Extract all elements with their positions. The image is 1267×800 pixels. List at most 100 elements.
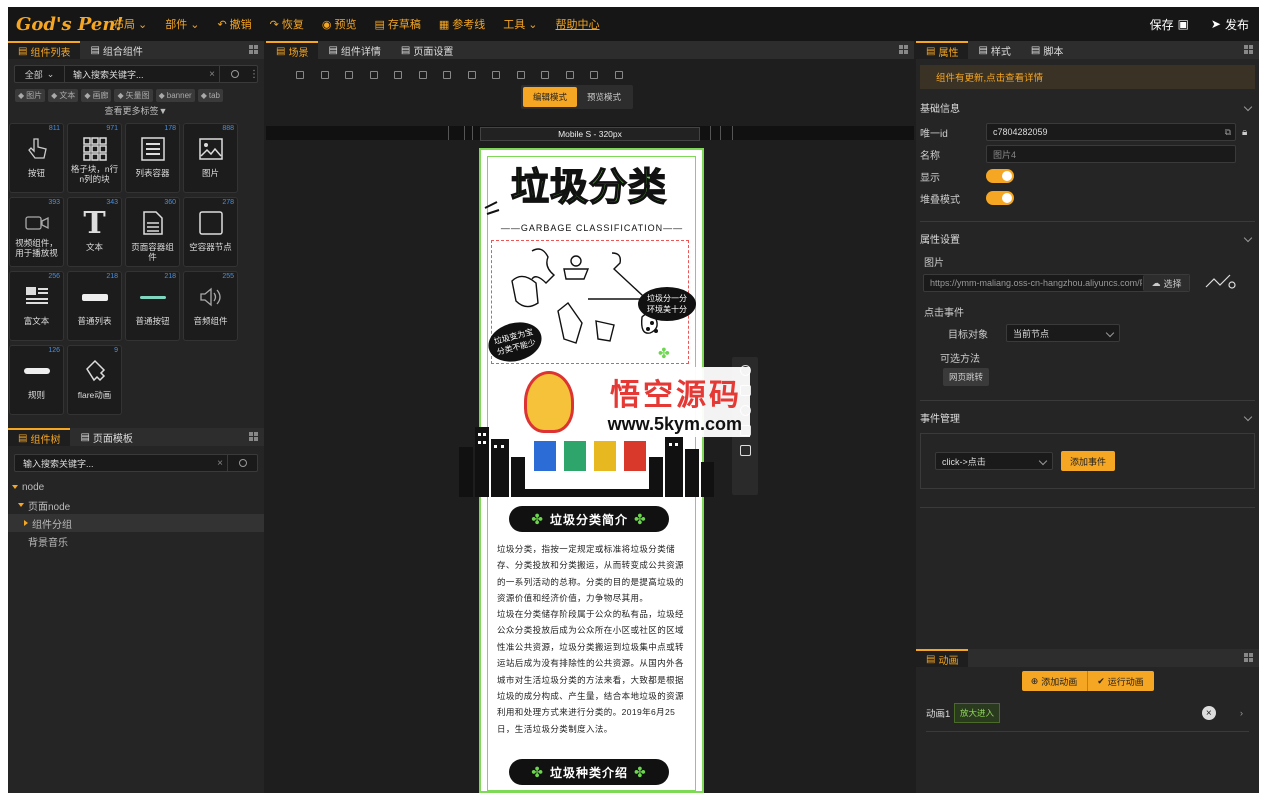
close-circle-icon[interactable]: × [1201, 706, 1216, 720]
choose-button[interactable]: ☁︎ 选择 [1143, 275, 1189, 291]
component-card[interactable]: 255 音频组件 [183, 271, 238, 341]
filter-select[interactable]: 全部 ⌄ [15, 66, 65, 82]
tab-animation[interactable]: ▤ 动画 [916, 649, 969, 667]
tree-node[interactable]: 组件分组 [8, 514, 264, 532]
stack-toggle[interactable] [986, 191, 1014, 205]
run-animation-button[interactable]: ✔ 运行动画 [1087, 671, 1154, 691]
save-button[interactable]: 保存 ▣ [1150, 16, 1189, 33]
tab-component-list[interactable]: ▤ 组件列表 [8, 41, 81, 59]
tab-component-detail[interactable]: ▤ 组件详情 [318, 41, 390, 59]
clear-icon[interactable]: × [205, 69, 219, 80]
garbage-illustration[interactable]: 垃圾分一分 环境美十分 垃圾变为宝 分类不能少 ✤ [484, 240, 696, 368]
tree-search-input[interactable]: 输入搜索关键字... [15, 457, 213, 470]
align-left-icon[interactable] [288, 69, 313, 81]
page-title[interactable]: 垃圾分类 [489, 156, 689, 211]
tab-component-tree[interactable]: ▤ 组件树 [8, 428, 71, 446]
preview-mode-button[interactable]: 预览模式 [577, 87, 631, 107]
section-types-heading[interactable]: ✤ 垃圾种类介绍 ✤ [509, 759, 669, 785]
component-card[interactable]: 278 空容器节点 [183, 197, 238, 267]
guides-button[interactable]: ▦ 参考线 [430, 16, 494, 32]
intro-paragraph-1[interactable]: 垃圾分类，指按一定规定或标准将垃圾分类储存、分类投放和分类搬运，从而转变成公共资… [497, 541, 687, 607]
panel-grid-icon[interactable] [1244, 653, 1253, 662]
more-tags-link[interactable]: 查看更多标签▼ [8, 104, 264, 117]
intro-paragraph-2[interactable]: 垃圾在分类储存阶段属于公众的私有品，垃圾经公众分类投放后成为公众所在小区或社区的… [497, 606, 687, 737]
redo-button[interactable]: ↷ 恢复 [261, 16, 313, 32]
copy-icon[interactable]: ⧉ [1225, 127, 1231, 138]
animation-row[interactable]: 动画1 放大进入 × › [926, 701, 1255, 725]
lock-icon[interactable]: 🔒︎ [1242, 127, 1247, 138]
add-event-button[interactable]: 添加事件 [1061, 451, 1115, 471]
panel-grid-icon[interactable] [899, 45, 908, 54]
tag-banner[interactable]: ◆ banner [155, 89, 195, 102]
page-subtitle[interactable]: ——GARBAGE CLASSIFICATION—— [497, 223, 687, 233]
section-intro-heading[interactable]: ✤ 垃圾分类简介 ✤ [509, 506, 669, 532]
event-manager-header[interactable]: 事件管理 [916, 407, 1259, 427]
basic-info-header[interactable]: 基础信息 [916, 97, 1259, 117]
grid-icon[interactable] [739, 445, 751, 456]
save-draft-button[interactable]: ▤ 存草稿 [365, 16, 429, 32]
align-hcenter-icon[interactable] [313, 69, 338, 81]
component-card[interactable]: 218 普通按钮 [125, 271, 180, 341]
component-card[interactable]: 343 T 文本 [67, 197, 122, 267]
edit-mode-button[interactable]: 编辑模式 [523, 87, 578, 107]
align-top-icon[interactable] [362, 69, 387, 81]
distribute-h2-icon[interactable] [558, 69, 583, 81]
tree-node[interactable]: 页面node [8, 496, 264, 514]
update-notice[interactable]: 组件有更新,点击查看详情 [920, 65, 1255, 89]
panel-grid-icon[interactable] [249, 432, 258, 441]
tab-scene[interactable]: ▤ 场景 [266, 41, 319, 59]
tab-scripts[interactable]: ▤ 脚本 [1021, 41, 1073, 59]
show-toggle[interactable] [986, 169, 1014, 183]
tab-properties[interactable]: ▤ 属性 [916, 41, 969, 59]
tab-page-templates[interactable]: ▤ 页面模板 [70, 428, 142, 446]
image-thumbnail[interactable] [1204, 273, 1240, 293]
method-tag[interactable]: 网页跳转 [943, 368, 990, 386]
name-field[interactable]: 图片4 [986, 145, 1236, 163]
component-card[interactable]: 126 规则 [9, 345, 64, 415]
component-card[interactable]: 178 列表容器 [125, 123, 180, 193]
clear-icon[interactable]: × [213, 458, 227, 469]
send-back-icon[interactable] [509, 69, 534, 81]
menu-layout[interactable]: 布局 ⌄ [104, 16, 156, 32]
component-card[interactable]: 9 flare动画 [67, 345, 122, 415]
tab-styles[interactable]: ▤ 样式 [968, 41, 1020, 59]
component-card[interactable]: 888 图片 [183, 123, 238, 193]
component-card[interactable]: 360 页面容器组件 [125, 197, 180, 267]
tab-page-settings[interactable]: ▤ 页面设置 [391, 41, 463, 59]
layer-down-icon[interactable] [460, 69, 485, 81]
more-icon[interactable]: ⋮ [249, 69, 259, 80]
tag-gallery[interactable]: ◆ 画廊 [81, 89, 112, 102]
search-button[interactable] [219, 66, 249, 82]
layer-up-icon[interactable] [435, 69, 460, 81]
distribute-v-icon[interactable] [582, 69, 607, 81]
panel-grid-icon[interactable] [249, 45, 258, 54]
component-card[interactable]: 811 按钮 [9, 123, 64, 193]
align-right-icon[interactable] [337, 69, 362, 81]
props-settings-header[interactable]: 属性设置 [916, 228, 1259, 248]
preview-button[interactable]: ◉ 预览 [313, 16, 366, 32]
publish-button[interactable]: ➤ 发布 [1211, 16, 1249, 33]
event-select[interactable]: click->点击 [935, 452, 1053, 470]
target-select[interactable]: 当前节点 [1006, 324, 1120, 342]
distribute-h-icon[interactable] [533, 69, 558, 81]
menu-tools[interactable]: 工具 ⌄ [494, 16, 546, 32]
tag-image[interactable]: ◆ 图片 [15, 89, 46, 102]
component-card[interactable]: 971 格子块，n行n列的块 [67, 123, 122, 193]
component-card[interactable]: 393 视频组件，用于播放视 [9, 197, 64, 267]
tag-vector[interactable]: ◆ 矢量图 [114, 89, 153, 102]
tag-tab[interactable]: ◆ tab [197, 89, 223, 102]
tree-node[interactable]: 背景音乐 [8, 532, 264, 550]
panel-grid-icon[interactable] [1244, 45, 1253, 54]
undo-button[interactable]: ↶ 撤销 [208, 16, 260, 32]
component-card[interactable]: 218 普通列表 [67, 271, 122, 341]
component-search-input[interactable]: 输入搜索关键字... [65, 68, 205, 81]
menu-widgets[interactable]: 部件 ⌄ [156, 16, 208, 32]
bring-front-icon[interactable] [484, 69, 509, 81]
tag-text[interactable]: ◆ 文本 [48, 89, 79, 102]
chevron-right-icon[interactable]: › [1240, 708, 1243, 719]
distribute-v2-icon[interactable] [607, 69, 632, 81]
image-url-input[interactable]: https://ymm-maliang.oss-cn-hangzhou.aliy… [923, 274, 1190, 292]
uid-field[interactable]: c7804282059 ⧉ [986, 123, 1236, 141]
tab-combined-components[interactable]: ▤ 组合组件 [80, 41, 152, 59]
component-card[interactable]: 256 富文本 [9, 271, 64, 341]
